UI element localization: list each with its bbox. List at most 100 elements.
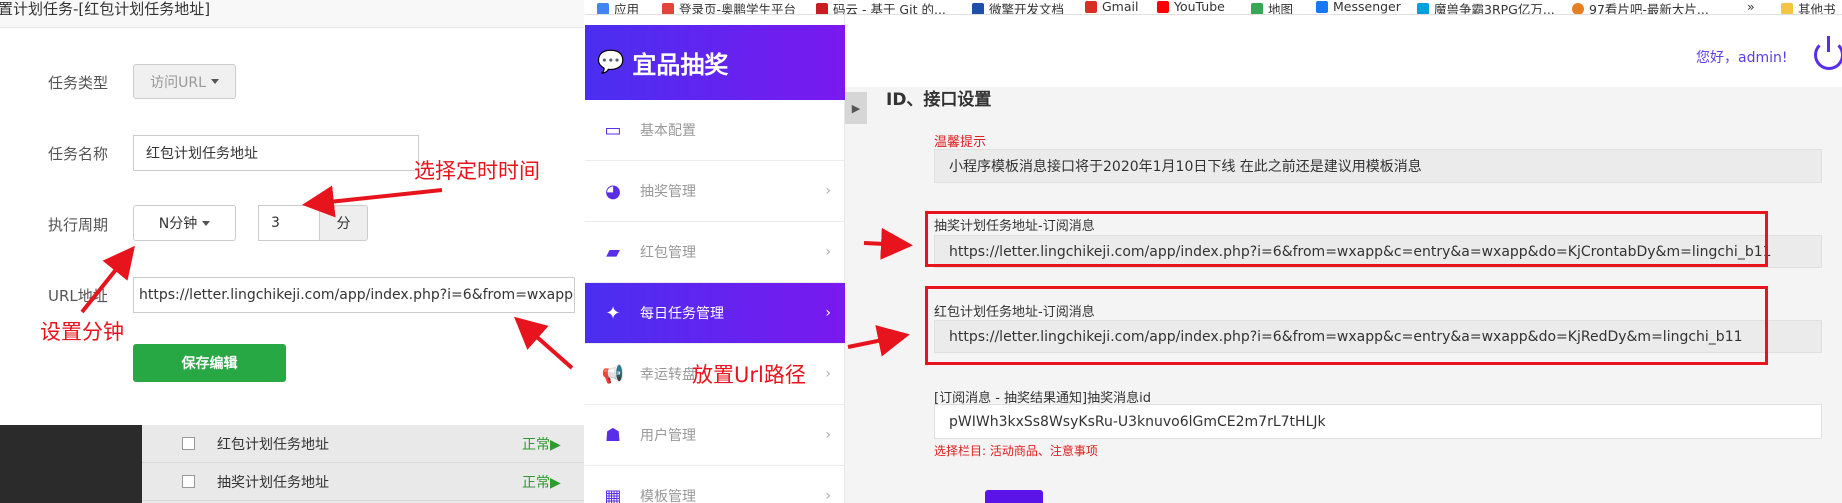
subscribe-id-value: pWIWh3kxSs8WsyKsRu-U3knuvo6lGmCE2m7rL7tH… <box>949 413 1326 430</box>
sidebar-item-redpack[interactable]: ▰ 红包管理 › <box>585 222 845 283</box>
apps-icon <box>597 2 609 14</box>
chevron-right-icon: › <box>825 366 831 382</box>
bookmark-label: 97看片吧-最新大片... <box>1589 2 1709 15</box>
sidebar-item-lottery[interactable]: ◕ 抽奖管理 › <box>585 161 845 222</box>
sidebar-collapse-button[interactable]: ▶ <box>845 92 867 124</box>
folder-icon <box>1781 2 1793 14</box>
period-select-value: N分钟 <box>158 216 198 232</box>
annotation-select-time: 选择定时时间 <box>414 159 540 183</box>
bookmark-folder[interactable]: 其他书 <box>1781 0 1836 15</box>
row-checkbox[interactable] <box>182 437 195 450</box>
bookmark-item[interactable]: YouTube <box>1157 0 1225 14</box>
subscribe-hint: 选择栏目: 活动商品、注意事项 <box>934 444 1098 458</box>
section-title: ID、接口设置 <box>886 90 992 110</box>
maps-icon <box>1251 2 1263 14</box>
wallet-icon: ▰ <box>606 241 620 263</box>
table-row: 红包计划任务地址 正常▶ <box>142 425 584 463</box>
task-name-cell: 抽奖计划任务地址 <box>217 474 329 491</box>
task-edit-dialog: 置计划任务-[红包计划任务地址] 任务类型 访问URL 任务名称 红包计划任务地… <box>0 0 584 503</box>
period-select[interactable]: N分钟 <box>133 205 236 241</box>
youtube-icon <box>1157 0 1169 13</box>
save-button[interactable]: 保存编辑 <box>133 344 286 382</box>
period-number-value: 3 <box>271 215 280 231</box>
url-input[interactable]: https://letter.lingchikeji.com/app/index… <box>133 277 575 313</box>
url-label: URL地址 <box>48 287 108 305</box>
highlight-frame-redpack <box>925 286 1768 365</box>
power-icon-bar <box>1827 36 1830 52</box>
chevron-right-icon: › <box>825 305 831 321</box>
table-row: 抽奖计划任务地址 正常▶ <box>142 463 584 501</box>
chevron-down-icon <box>202 220 211 226</box>
sidebar-item-daily-task[interactable]: ✦ 每日任务管理 › <box>585 283 845 344</box>
bookmark-item[interactable]: 97看片吧-最新大片... <box>1572 0 1709 15</box>
sidebar-item-users[interactable]: ☗ 用户管理 › <box>585 405 845 466</box>
bookmark-item[interactable]: Gmail <box>1085 0 1138 14</box>
gitee-icon <box>816 2 828 14</box>
status-badge[interactable]: 正常▶ <box>522 434 561 454</box>
bookmark-label: 应用 <box>614 2 640 15</box>
chevron-right-icon: › <box>825 488 831 503</box>
sidebar-item-label: 基本配置 <box>640 123 696 139</box>
row-checkbox[interactable] <box>182 475 195 488</box>
bookmark-item[interactable]: 微擎开发文档 <box>972 0 1064 14</box>
task-name-cell: 红包计划任务地址 <box>217 436 329 453</box>
period-label: 执行周期 <box>48 216 109 234</box>
submit-button[interactable] <box>985 490 1043 503</box>
brand-name: 宜品抽奖 <box>632 51 729 79</box>
dialog-titlebar: 置计划任务-[红包计划任务地址] <box>0 0 584 28</box>
task-type-value: 访问URL <box>150 74 206 91</box>
pie-chart-icon: ◕ <box>605 180 621 202</box>
dialog-title: 置计划任务-[红包计划任务地址] <box>0 0 211 18</box>
task-type-select[interactable]: 访问URL <box>133 64 236 99</box>
task-name-label: 任务名称 <box>48 145 109 163</box>
task-name-input[interactable]: 红包计划任务地址 <box>133 135 419 171</box>
url-value: https://letter.lingchikeji.com/app/index… <box>139 287 575 303</box>
period-unit: 分 <box>336 216 351 232</box>
bookmarks-overflow-button[interactable]: » <box>1747 0 1755 14</box>
bookmark-label: YouTube <box>1174 0 1225 14</box>
bookmark-apps[interactable]: 应用 <box>597 0 640 15</box>
sidebar-item-label: 抽奖管理 <box>640 184 696 200</box>
gmail-icon <box>1085 0 1097 13</box>
warning-box: 小程序模板消息接口将于2020年1月10日下线 在此之前还是建议用模板消息 <box>934 149 1822 183</box>
chevron-right-icon: › <box>825 427 831 443</box>
sidebar-item-basic[interactable]: ▭ 基本配置 <box>585 100 845 161</box>
subscribe-id-input[interactable]: pWIWh3kxSs8WsyKsRu-U3knuvo6lGmCE2m7rL7tH… <box>934 404 1822 439</box>
bookmark-item[interactable]: 登录页-奥鹏学生平台 <box>662 0 797 15</box>
task-list: 红包计划任务地址 正常▶ 抽奖计划任务地址 正常▶ <box>142 425 584 503</box>
site-icon <box>1572 2 1584 14</box>
warning-text: 小程序模板消息接口将于2020年1月10日下线 在此之前还是建议用模板消息 <box>949 159 1422 175</box>
annotation-put-url: 放置Url路径 <box>692 363 806 387</box>
bookmark-label: 其他书 <box>1798 2 1836 15</box>
user-icon: ☗ <box>604 424 622 446</box>
warning-title: 温馨提示 <box>934 135 987 150</box>
chevron-right-icon: › <box>825 244 831 260</box>
bookmarks-bar: 应用 登录页-奥鹏学生平台 码云 - 基于 Git 的... 微擎开发文档 Gm… <box>585 0 1842 15</box>
bookmark-label: 登录页-奥鹏学生平台 <box>679 2 797 15</box>
bookmark-item[interactable]: 码云 - 基于 Git 的... <box>816 0 946 15</box>
bookmark-item[interactable]: 魔兽争霸3RPG亿万... <box>1417 0 1555 15</box>
brand-logo[interactable]: 💬 宜品抽奖 <box>585 25 845 100</box>
facebook-icon <box>1316 0 1328 13</box>
task-icon: ✦ <box>605 302 621 324</box>
sidebar-item-label: 每日任务管理 <box>640 306 724 322</box>
sidebar-item-label: 红包管理 <box>640 245 696 261</box>
bookmark-item[interactable]: 地图 <box>1251 0 1293 14</box>
bookmark-label: 魔兽争霸3RPG亿万... <box>1434 2 1555 15</box>
sidebar-item-label: 幸运转盘 <box>640 367 696 383</box>
user-greeting[interactable]: 您好，admin! <box>1696 47 1787 67</box>
task-list-background: 红包计划任务地址 正常▶ 抽奖计划任务地址 正常▶ <box>0 425 584 503</box>
docs-icon <box>972 2 984 14</box>
chevron-down-icon <box>210 79 219 84</box>
chat-bubble-icon: 💬 <box>597 50 625 75</box>
task-name-value: 红包计划任务地址 <box>146 146 258 162</box>
sidebar-item-templates[interactable]: ▦ 模板管理 › <box>585 466 845 503</box>
chevron-right-icon: › <box>825 183 831 199</box>
status-badge[interactable]: 正常▶ <box>522 472 561 492</box>
bookmark-item[interactable]: Messenger <box>1316 0 1401 14</box>
megaphone-icon: 📢 <box>601 363 625 385</box>
period-number-input[interactable]: 3 <box>258 205 320 241</box>
sidebar-item-label: 模板管理 <box>640 489 696 503</box>
task-type-label: 任务类型 <box>48 74 109 92</box>
bookmark-label: 码云 - 基于 Git 的... <box>833 2 946 15</box>
